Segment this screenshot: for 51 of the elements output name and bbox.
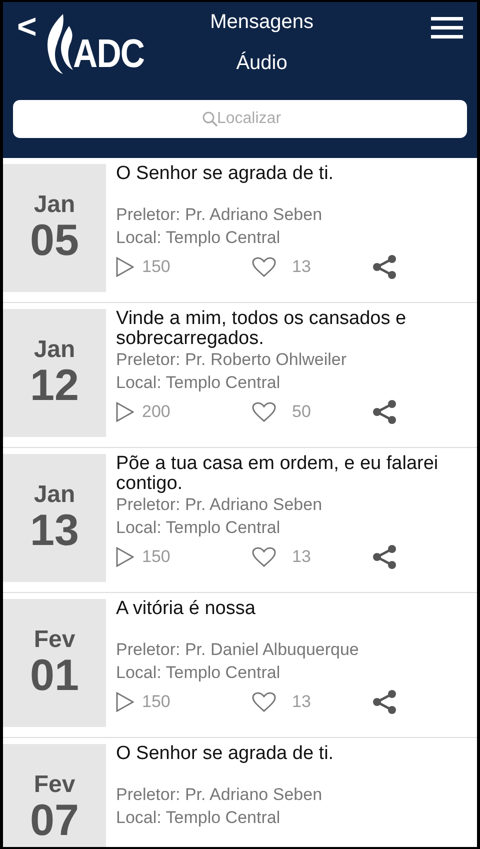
play-icon[interactable]	[116, 402, 134, 422]
play-count: 150	[142, 546, 172, 568]
play-count: 150	[142, 256, 172, 278]
date-month: Jan	[34, 482, 76, 508]
share-icon[interactable]	[372, 254, 398, 280]
message-title[interactable]: O Senhor se agrada de ti.	[116, 744, 477, 784]
like-count: 13	[292, 256, 312, 278]
heart-icon[interactable]	[252, 256, 276, 277]
date-day: 05	[30, 218, 79, 264]
play-count: 200	[142, 401, 172, 424]
share-icon[interactable]	[372, 688, 398, 715]
logo-text: ADC	[72, 34, 144, 74]
location-text: Local: Templo Central	[116, 806, 282, 829]
like-count: 50	[292, 401, 312, 424]
heart-icon[interactable]	[252, 546, 276, 567]
heart-icon[interactable]	[252, 692, 276, 712]
like-count: 13	[292, 546, 312, 568]
date-month: Fev	[34, 626, 76, 654]
message-title[interactable]: Põe a tua casa em ordem, e eu falarei contigo.	[116, 454, 477, 494]
date-month: Fev	[34, 772, 76, 798]
location-text: Local: Templo Central	[116, 372, 282, 394]
date-day: 13	[30, 508, 79, 554]
play-count: 150	[142, 691, 172, 714]
play-icon[interactable]	[116, 546, 134, 567]
location-text: Local: Templo Central	[116, 516, 282, 539]
location-text: Local: Templo Central	[116, 662, 282, 684]
play-icon[interactable]	[116, 256, 134, 277]
message-title[interactable]: A vitória é nossa	[116, 599, 477, 639]
date-month: Jan	[34, 336, 76, 364]
back-button[interactable]: <	[13, 10, 41, 44]
date-day: 12	[30, 363, 79, 410]
location-text: Local: Templo Central	[116, 226, 282, 249]
page-title: Mensagens	[209, 10, 314, 34]
search-icon	[202, 111, 218, 127]
date-day: 01	[30, 653, 79, 700]
share-icon[interactable]	[372, 544, 398, 570]
search-field[interactable]: Localizar	[13, 100, 467, 138]
preacher-text: Preletor: Pr. Adriano Seben	[116, 204, 324, 226]
message-title[interactable]: Vinde a mim, todos os cansados e sobrecarregados.	[116, 309, 477, 349]
page-subtitle: Áudio	[235, 50, 288, 76]
like-count: 13	[292, 691, 312, 714]
heart-icon[interactable]	[252, 402, 276, 422]
preacher-text: Preletor: Pr. Adriano Seben	[116, 784, 324, 806]
date-month: Jan	[34, 192, 76, 218]
preacher-text: Preletor: Pr. Daniel Albuquerque	[116, 639, 360, 661]
message-title[interactable]: O Senhor se agrada de ti.	[116, 164, 477, 204]
date-day: 07	[30, 798, 79, 844]
preacher-text: Preletor: Pr. Roberto Ohlweiler	[116, 349, 348, 371]
share-icon[interactable]	[372, 398, 398, 425]
play-icon[interactable]	[116, 692, 134, 712]
preacher-text: Preletor: Pr. Adriano Seben	[116, 494, 324, 516]
